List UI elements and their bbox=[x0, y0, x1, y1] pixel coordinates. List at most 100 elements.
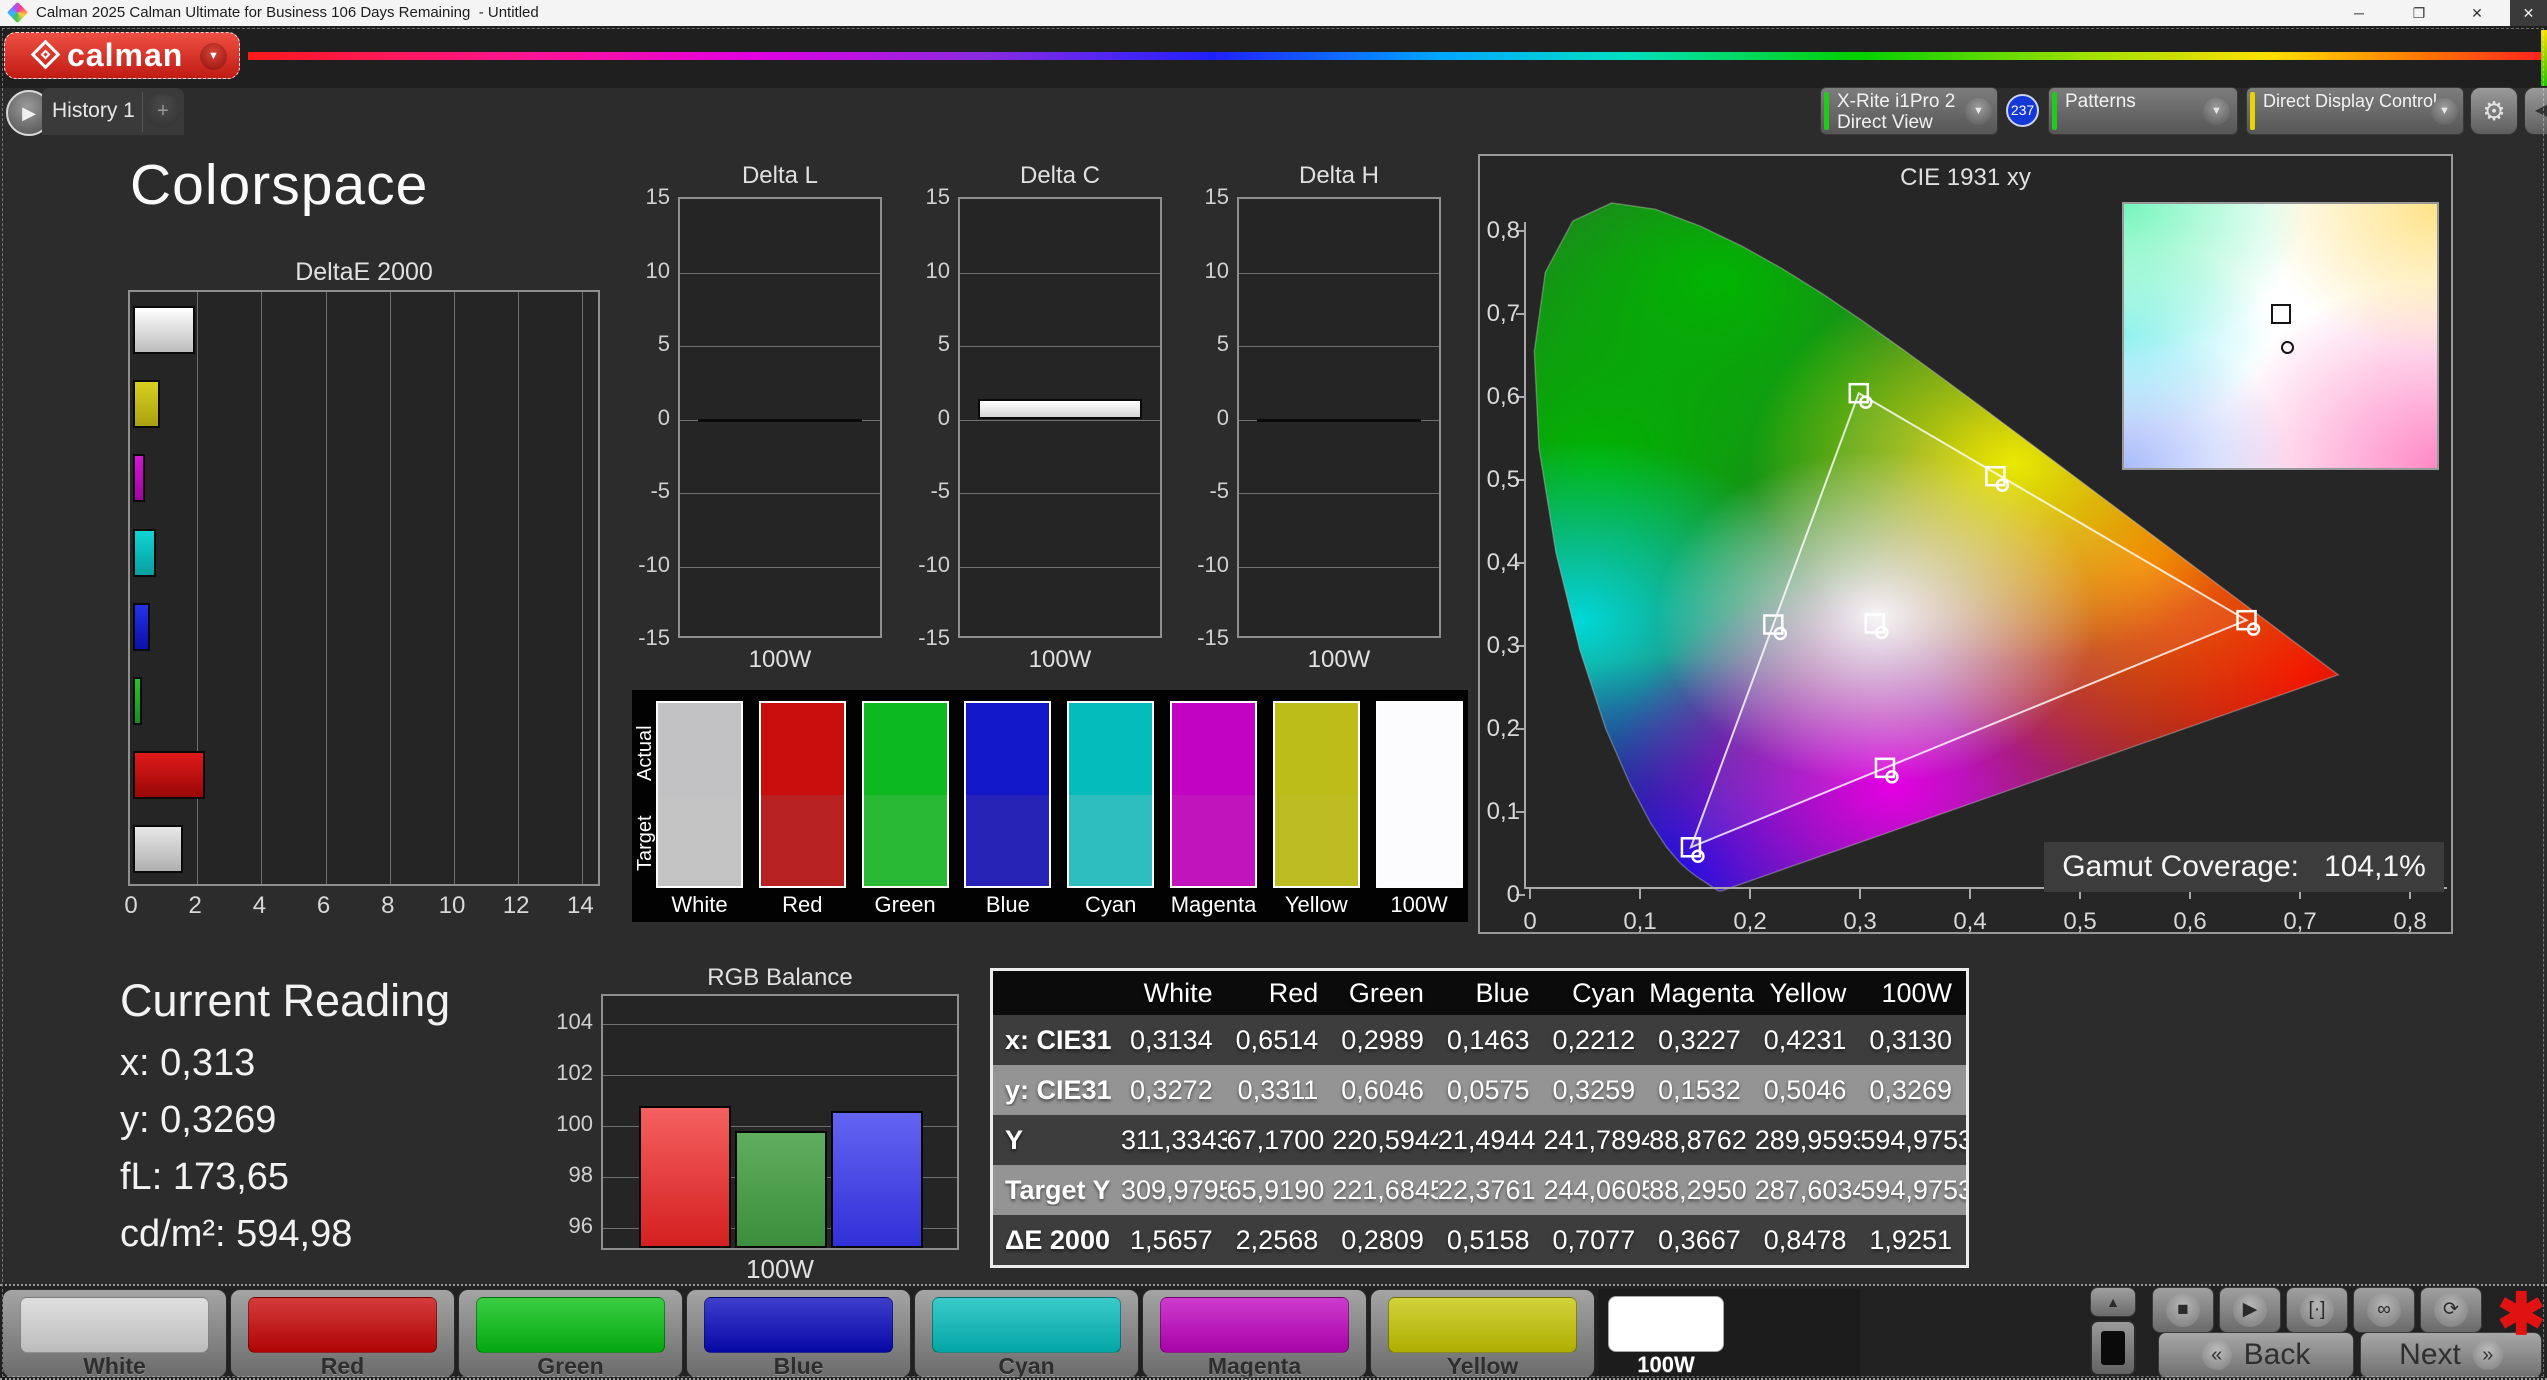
table-row-label: y: CIE31 bbox=[1005, 1074, 1112, 1105]
axis-tick-label: 0,1 bbox=[1486, 798, 1520, 825]
loop-measure-button[interactable]: ⟳ bbox=[2420, 1287, 2482, 1333]
display-icon[interactable] bbox=[2090, 1320, 2136, 1376]
maximize-button[interactable]: ❐ bbox=[2390, 0, 2448, 26]
meter-dropdown[interactable]: X-Rite i1Pro 2 Direct View ▼ bbox=[1820, 87, 1998, 135]
chevron-down-icon[interactable]: ▼ bbox=[2431, 98, 2458, 125]
collapse-toolbar-button[interactable]: ◀ bbox=[2524, 87, 2547, 135]
swatch-target bbox=[1069, 794, 1153, 886]
axis-tick-label: 0 bbox=[124, 892, 138, 919]
calman-window: Calman 2025 Calman Ultimate for Business… bbox=[0, 0, 2547, 1380]
reading-x: x: 0,313 bbox=[120, 1042, 256, 1084]
chevron-down-icon[interactable]: ▼ bbox=[2203, 98, 2230, 125]
swatch-actual bbox=[1069, 703, 1153, 795]
swatch-target bbox=[1172, 794, 1255, 886]
table-cell: 0,2989 bbox=[1341, 1024, 1424, 1055]
deltae-bar-cyan bbox=[133, 528, 156, 577]
play-measure-button[interactable]: ▶ bbox=[2219, 1287, 2281, 1333]
scroll-up-button[interactable]: ▲ bbox=[2090, 1287, 2136, 1317]
axis-tick-label: -10 bbox=[1197, 551, 1229, 577]
back-button[interactable]: « Back bbox=[2158, 1332, 2354, 1378]
chevron-down-icon[interactable]: ▼ bbox=[1965, 98, 1992, 125]
swatch-strip: Actual Target White Red Green Blue Cyan Magen… bbox=[632, 690, 1468, 922]
table-cell: 0,2212 bbox=[1552, 1024, 1636, 1055]
minimize-button[interactable]: ─ bbox=[2330, 0, 2388, 26]
table-row-label: Y bbox=[1005, 1124, 1024, 1155]
gridline bbox=[960, 346, 1160, 347]
axis-tick-label: 0 bbox=[937, 404, 950, 430]
table-cell: 0,0575 bbox=[1446, 1074, 1530, 1105]
table-cell: 0,3130 bbox=[1869, 1024, 1952, 1055]
pattern-tile-red[interactable]: Red bbox=[230, 1289, 455, 1379]
axis-tick-label: 0,2 bbox=[1486, 715, 1520, 742]
tile-label: Blue bbox=[773, 1353, 824, 1379]
gridline bbox=[582, 292, 584, 884]
single-measure-button[interactable]: [·] bbox=[2286, 1287, 2348, 1333]
swatch-label: Green bbox=[874, 892, 936, 917]
pattern-tile-yellow[interactable]: Yellow bbox=[1370, 1289, 1595, 1379]
table-cell: 88,8762 bbox=[1649, 1124, 1747, 1155]
tile-label: Magenta bbox=[1207, 1353, 1302, 1379]
tile-label: Green bbox=[537, 1353, 604, 1379]
meter-count-badge[interactable]: 237 bbox=[2006, 94, 2039, 127]
window-title: Calman 2025 Calman Ultimate for Business… bbox=[36, 4, 539, 21]
table-row: y: CIE31 0,3272 0,3311 0,6046 0,0575 0,3259 0,… bbox=[993, 1065, 1966, 1115]
pattern-tile-magenta[interactable]: Magenta bbox=[1142, 1289, 1367, 1379]
delta-chart-frame bbox=[1237, 197, 1441, 638]
delta-chart-frame bbox=[678, 197, 882, 638]
table-cell: 0,3259 bbox=[1552, 1074, 1636, 1105]
continuous-measure-button[interactable]: ∞ bbox=[2353, 1287, 2415, 1333]
swatch-red bbox=[758, 701, 846, 888]
table-row: Y 311,3343 67,1700 220,5944 21,4944 241,7894 8… bbox=[993, 1115, 1966, 1165]
stop-icon: ■ bbox=[2166, 1293, 2200, 1327]
gridline bbox=[960, 566, 1160, 568]
patterns-dropdown[interactable]: Patterns ▼ bbox=[2048, 87, 2238, 135]
table-cell: 2,2568 bbox=[1235, 1224, 1319, 1255]
add-tab-button[interactable]: + bbox=[146, 94, 180, 128]
close-button[interactable]: ✕ bbox=[2448, 0, 2506, 26]
swatch-actual bbox=[760, 703, 844, 795]
reading-y: y: 0,3269 bbox=[120, 1099, 277, 1141]
gridline bbox=[680, 566, 880, 568]
pattern-tile-cyan[interactable]: Cyan bbox=[914, 1289, 1139, 1379]
gear-icon[interactable]: ⚙ bbox=[2470, 87, 2518, 135]
table-row-label: x: CIE31 bbox=[1005, 1024, 1112, 1055]
next-label: Next bbox=[2399, 1338, 2461, 1371]
table-cell: 241,7894 bbox=[1543, 1124, 1650, 1155]
app-logo-icon bbox=[6, 1, 29, 24]
axis-tick-label: 0 bbox=[1506, 881, 1520, 908]
pattern-tile-green[interactable]: Green bbox=[458, 1289, 683, 1379]
swatch-blue bbox=[964, 701, 1052, 888]
pattern-tile-white[interactable]: White bbox=[2, 1289, 227, 1379]
rgb-bar-green bbox=[735, 1131, 827, 1248]
tile-swatch bbox=[704, 1297, 893, 1353]
pattern-tile-blue[interactable]: Blue bbox=[686, 1289, 911, 1379]
axis-tick-label: 98 bbox=[568, 1162, 593, 1188]
calman-menu-button[interactable]: calman ▼ bbox=[4, 32, 240, 79]
axis-tick-label: -10 bbox=[918, 551, 950, 577]
table-cell: 1,5657 bbox=[1130, 1224, 1213, 1255]
rgb-bar-blue bbox=[831, 1110, 923, 1248]
overlay-close-icon[interactable]: ✕ bbox=[2510, 0, 2547, 26]
pattern-tile-100w[interactable]: 100W bbox=[1598, 1289, 1860, 1378]
table-cell: 1,9251 bbox=[1869, 1224, 1952, 1255]
table-cell: 0,7077 bbox=[1552, 1224, 1636, 1255]
table-cell: 21,4944 bbox=[1437, 1124, 1536, 1155]
gridline bbox=[603, 1075, 957, 1077]
status-stripe-yellow bbox=[2250, 92, 2255, 130]
stop-button[interactable]: ■ bbox=[2152, 1287, 2214, 1333]
calibration-asterisk-icon[interactable]: ✱ bbox=[2497, 1280, 2546, 1348]
gamut-coverage-value: 104,1% bbox=[2324, 850, 2426, 883]
swatch-label: Cyan bbox=[1085, 892, 1137, 917]
table-cell: 221,6845 bbox=[1332, 1174, 1438, 1205]
table-cell: 0,3134 bbox=[1130, 1024, 1213, 1055]
tab-history-1[interactable]: History 1 bbox=[52, 99, 135, 123]
swatch-label: Blue bbox=[985, 892, 1030, 917]
axis-tick-label: 6 bbox=[316, 892, 331, 919]
display-control-dropdown[interactable]: Direct Display Control ▼ bbox=[2246, 87, 2464, 135]
delta-bar bbox=[978, 398, 1142, 420]
tile-label: White bbox=[83, 1353, 146, 1379]
chevron-down-icon[interactable]: ▼ bbox=[200, 43, 227, 70]
page-title: Colorspace bbox=[130, 153, 429, 217]
rainbow-gradient-bar bbox=[248, 52, 2547, 60]
table-cell: 65,9190 bbox=[1226, 1174, 1325, 1205]
